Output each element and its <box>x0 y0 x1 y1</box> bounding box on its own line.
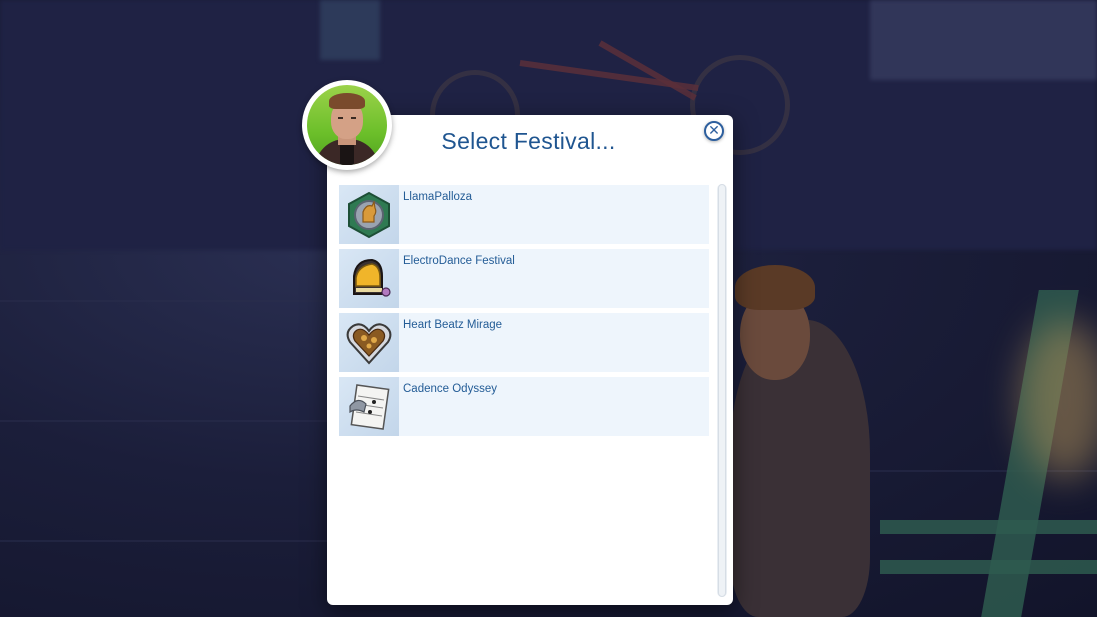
scrollbar-thumb[interactable] <box>718 184 726 597</box>
festival-label: Heart Beatz Mirage <box>403 319 503 331</box>
festival-item-electrodance[interactable]: ElectroDance Festival <box>339 249 709 308</box>
dialog-title: Select Festival... <box>441 128 616 154</box>
festival-item-llamapalloza[interactable]: LlamaPalloza <box>339 185 709 244</box>
dj-helmet-icon <box>339 249 399 308</box>
festival-label: Cadence Odyssey <box>403 383 497 395</box>
sheet-music-icon <box>339 377 399 436</box>
sim-portrait-icon <box>307 85 387 165</box>
festival-list: LlamaPalloza ElectroDance Festival Heart… <box>339 185 709 441</box>
festival-label: LlamaPalloza <box>403 191 473 203</box>
festival-item-heart-beatz[interactable]: Heart Beatz Mirage <box>339 313 709 372</box>
festival-label: ElectroDance Festival <box>403 255 515 267</box>
close-button[interactable]: ✕ <box>704 121 724 141</box>
sim-avatar <box>302 80 392 170</box>
list-scrollbar[interactable] <box>717 184 727 597</box>
llama-badge-icon <box>339 185 399 244</box>
heart-icon <box>339 313 399 372</box>
festival-item-cadence-odyssey[interactable]: Cadence Odyssey <box>339 377 709 436</box>
close-icon: ✕ <box>708 123 720 139</box>
